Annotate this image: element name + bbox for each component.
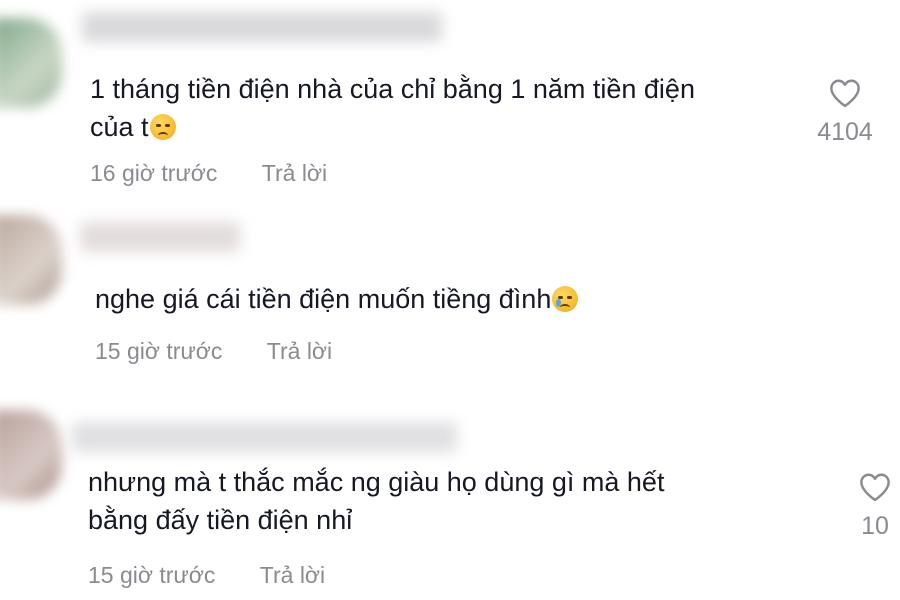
reply-button[interactable]: Trả lời xyxy=(262,160,327,186)
like-count: 10 xyxy=(861,512,889,540)
like-button[interactable]: 10 xyxy=(835,472,900,541)
comment-text-line: 1 tháng tiền điện nhà của chỉ bằng 1 năm… xyxy=(90,74,695,104)
comment-text: nhưng mà t thắc mắc ng giàu họ dùng gì m… xyxy=(88,463,664,539)
comment-item: nghe giá cái tiền điện muốn tiềng đình 1… xyxy=(0,200,900,400)
comment-meta: 15 giờ trước Trả lời xyxy=(95,338,332,365)
comment-text-line: bằng đấy tiền điện nhỉ xyxy=(88,505,353,535)
comment-timestamp: 15 giờ trước xyxy=(95,338,223,364)
comment-text-line: của t xyxy=(90,112,149,142)
comment-text: 1 tháng tiền điện nhà của chỉ bằng 1 năm… xyxy=(90,70,695,146)
heart-icon xyxy=(830,79,860,108)
avatar[interactable] xyxy=(0,410,62,500)
username-blurred[interactable] xyxy=(82,12,442,42)
comment-meta: 16 giờ trước Trả lời xyxy=(90,160,327,187)
comment-text: nghe giá cái tiền điện muốn tiềng đình xyxy=(95,280,579,318)
disappointed-face-emoji xyxy=(149,114,176,140)
crying-face-emoji xyxy=(552,286,579,312)
heart-icon xyxy=(860,473,890,502)
comment-text-line: nghe giá cái tiền điện muốn tiềng đình xyxy=(95,284,552,314)
comment-text-line: nhưng mà t thắc mắc ng giàu họ dùng gì m… xyxy=(88,467,665,497)
username-blurred[interactable] xyxy=(80,222,240,252)
comment-item: 1 tháng tiền điện nhà của chỉ bằng 1 năm… xyxy=(0,0,900,200)
comment-timestamp: 15 giờ trước xyxy=(88,562,216,588)
comment-item: nhưng mà t thắc mắc ng giàu họ dùng gì m… xyxy=(0,400,900,600)
comment-meta: 15 giờ trước Trả lời xyxy=(88,562,325,589)
username-blurred[interactable] xyxy=(72,422,457,452)
reply-button[interactable]: Trả lời xyxy=(267,338,332,364)
comment-timestamp: 16 giờ trước xyxy=(90,160,218,186)
like-button[interactable]: 4104 xyxy=(805,78,885,147)
avatar[interactable] xyxy=(0,215,62,305)
avatar[interactable] xyxy=(0,18,62,108)
reply-button[interactable]: Trả lời xyxy=(260,562,325,588)
like-count: 4104 xyxy=(817,118,873,146)
